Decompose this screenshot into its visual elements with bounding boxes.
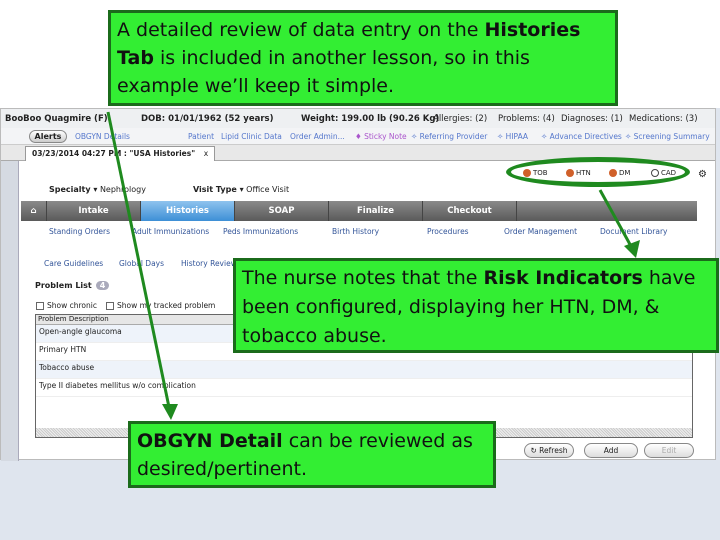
arrowhead-icon [624,240,640,258]
arrowhead-icon [162,404,178,420]
arrow-to-obgyn-callout [106,111,172,413]
arrow-to-risk-indicators [598,189,634,249]
callout-histories-tab: A detailed review of data entry on the H… [108,10,618,106]
callout-risk-indicators: The nurse notes that the Risk Indicators… [233,258,719,353]
callout-obgyn-detail: OBGYN Detail can be reviewed as desired/… [128,421,496,488]
